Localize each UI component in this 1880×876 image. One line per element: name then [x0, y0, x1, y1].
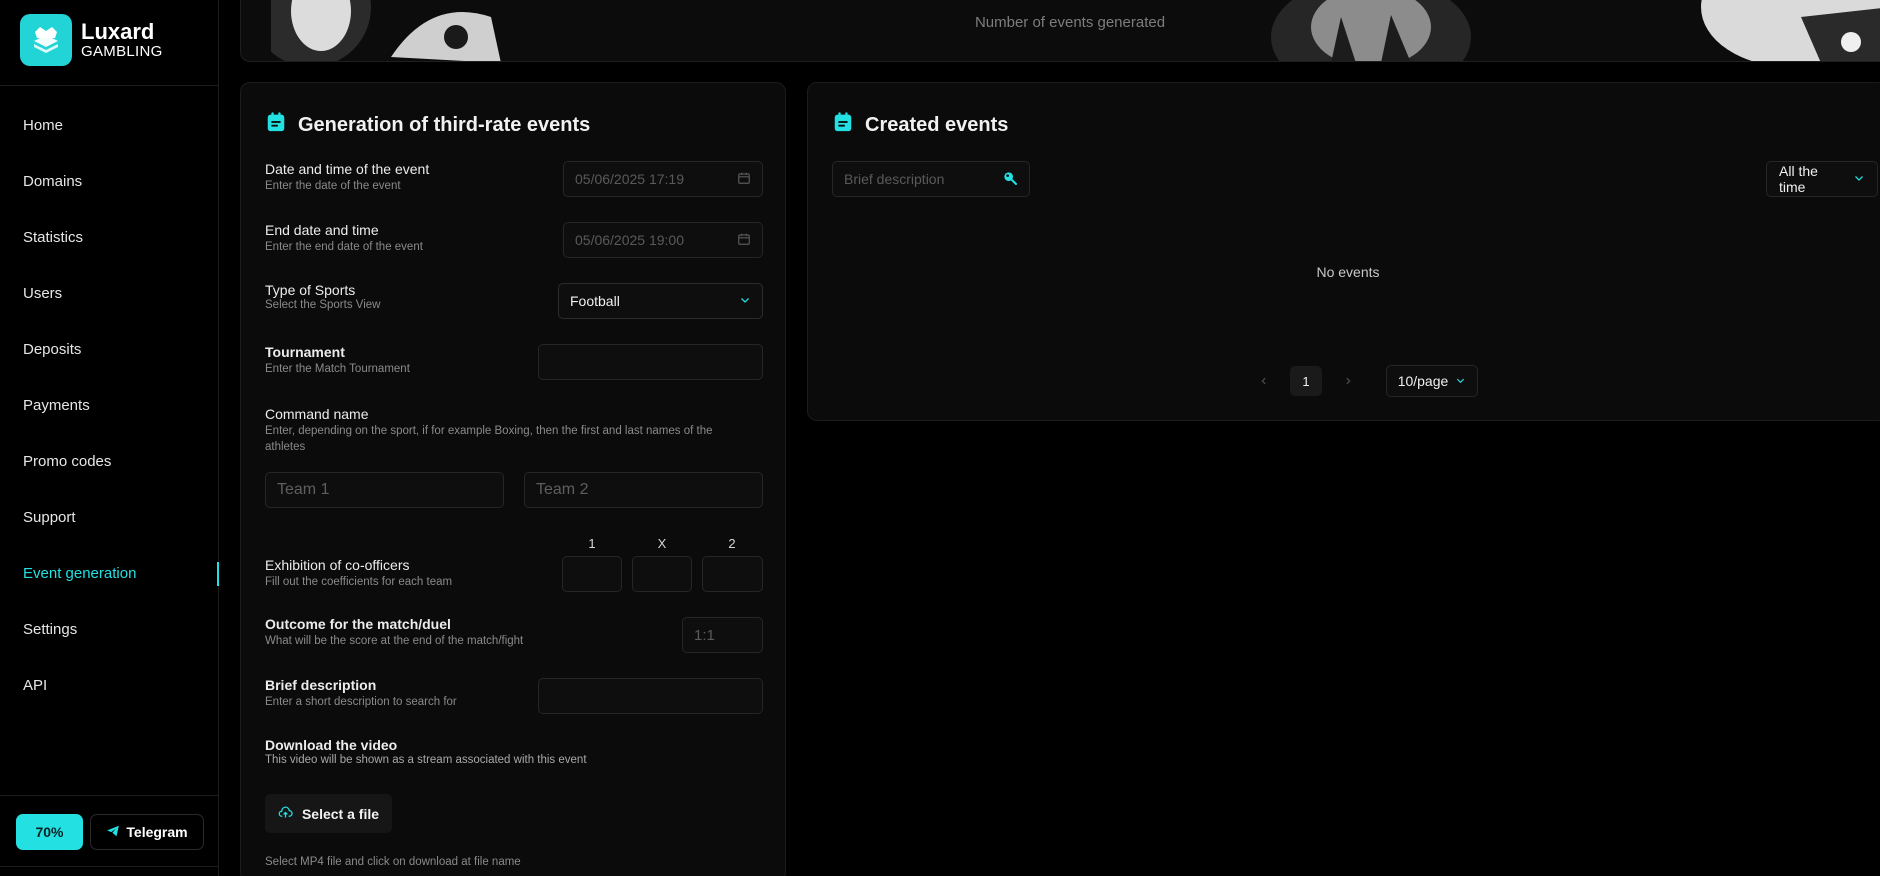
percent-button[interactable]: 70% — [16, 814, 83, 850]
form-title: Generation of third-rate events — [265, 111, 590, 139]
panel-title-text: Created events — [865, 113, 1009, 136]
date-end-label: End date and time Enter the end date of … — [265, 222, 423, 253]
odd-1-input[interactable] — [562, 556, 622, 592]
sidebar-item-label: Settings — [23, 620, 78, 638]
calendar-icon — [737, 171, 751, 188]
telegram-label: Telegram — [126, 824, 188, 840]
stats-banner: Number of events generated — [240, 0, 1880, 62]
brand-name: Luxard — [81, 18, 155, 44]
calendar-icon — [265, 111, 287, 139]
odds-label: Exhibition of co-officers Fill out the c… — [265, 557, 453, 588]
sidebar-item-label: Home — [23, 116, 64, 134]
select-file-button[interactable]: Select a file — [265, 794, 392, 833]
empty-state: No events — [1316, 264, 1380, 280]
sidebar-item-label: Deposits — [23, 340, 82, 358]
chevron-down-icon — [739, 293, 751, 309]
logo-icon — [20, 14, 72, 66]
odd-2-input[interactable] — [702, 556, 763, 592]
team1-input[interactable]: Team 1 — [265, 472, 504, 508]
sidebar-item-label: Users — [23, 284, 63, 302]
tournament-input[interactable] — [538, 344, 763, 380]
command-label: Command name Enter, depending on the spo… — [265, 406, 713, 453]
chevron-down-icon — [1853, 171, 1865, 187]
divider — [0, 866, 219, 867]
search-icon[interactable] — [1002, 170, 1018, 189]
divider — [0, 85, 219, 86]
pagination: 1 10/page — [1246, 365, 1478, 397]
brief-input[interactable] — [538, 678, 763, 714]
telegram-button[interactable]: Telegram — [90, 814, 204, 850]
chevron-down-icon — [1455, 373, 1466, 389]
event-generation-form: Generation of third-rate events Date and… — [240, 82, 786, 876]
odd-x-input[interactable] — [632, 556, 692, 592]
sidebar-item-label: Payments — [23, 396, 90, 414]
team2-input[interactable]: Team 2 — [524, 472, 763, 508]
page-size-select[interactable]: 10/page — [1386, 365, 1478, 397]
next-page-button[interactable] — [1330, 366, 1366, 396]
sidebar-item-support[interactable]: Support — [0, 489, 219, 545]
telegram-icon — [106, 824, 120, 841]
created-events-panel: Created events Brief description All the… — [807, 82, 1880, 421]
date-start-input[interactable]: 05/06/2025 17:19 — [563, 161, 763, 197]
brand-logo[interactable]: Luxard GAMBLING — [20, 14, 163, 66]
sidebar-item-label: Support — [23, 508, 76, 526]
upload-icon — [278, 805, 293, 823]
file-hint: Select MP4 file and click on download at… — [265, 856, 521, 868]
calendar-icon — [832, 111, 854, 139]
sidebar-item-label: Event generation — [23, 564, 137, 582]
tournament-label: Tournament Enter the Match Tournament — [265, 344, 410, 375]
outcome-input[interactable]: 1:1 — [682, 617, 763, 653]
brand-sub: GAMBLING — [81, 42, 163, 60]
odd-header-1: 1 — [588, 536, 596, 551]
banner-caption: Number of events generated — [974, 14, 1166, 31]
date-start-label: Date and time of the event Enter the dat… — [265, 161, 430, 192]
player-art — [271, 0, 501, 61]
odd-header-x: X — [657, 536, 667, 551]
sport-label: Type of Sports Select the Sports View — [265, 282, 381, 311]
divider — [0, 795, 219, 796]
sidebar-item-settings[interactable]: Settings — [0, 601, 219, 657]
sidebar-item-home[interactable]: Home — [0, 97, 219, 153]
sidebar-item-label: Promo codes — [23, 452, 112, 470]
sidebar-item-statistics[interactable]: Statistics — [0, 209, 219, 265]
sidebar-nav: Home Domains Statistics Users Deposits P… — [0, 97, 219, 713]
sidebar-item-users[interactable]: Users — [0, 265, 219, 321]
sidebar-item-api[interactable]: API — [0, 657, 219, 713]
helmet-art — [1271, 0, 1471, 61]
search-input[interactable]: Brief description — [832, 161, 1030, 197]
sidebar-item-payments[interactable]: Payments — [0, 377, 219, 433]
sidebar: Luxard GAMBLING Home Domains Statistics … — [0, 0, 219, 876]
sidebar-item-promo-codes[interactable]: Promo codes — [0, 433, 219, 489]
sidebar-item-event-generation[interactable]: Event generation — [0, 545, 219, 601]
sidebar-item-deposits[interactable]: Deposits — [0, 321, 219, 377]
sidebar-item-label: API — [23, 676, 48, 694]
period-select[interactable]: All the time — [1766, 161, 1878, 197]
date-end-input[interactable]: 05/06/2025 19:00 — [563, 222, 763, 258]
video-label: Download the video This video will be sh… — [265, 737, 587, 766]
sidebar-item-label: Domains — [23, 172, 83, 190]
brief-label: Brief description Enter a short descript… — [265, 677, 457, 708]
odd-header-2: 2 — [728, 536, 736, 551]
outcome-label: Outcome for the match/duel What will be … — [265, 616, 524, 647]
panel-title: Created events — [832, 111, 1008, 139]
sidebar-item-domains[interactable]: Domains — [0, 153, 219, 209]
player-art — [1701, 0, 1880, 61]
page-number[interactable]: 1 — [1290, 366, 1322, 396]
calendar-icon — [737, 232, 751, 249]
sport-select[interactable]: Football — [558, 283, 763, 319]
sidebar-item-label: Statistics — [23, 228, 84, 246]
form-title-text: Generation of third-rate events — [298, 113, 591, 136]
prev-page-button[interactable] — [1246, 366, 1282, 396]
